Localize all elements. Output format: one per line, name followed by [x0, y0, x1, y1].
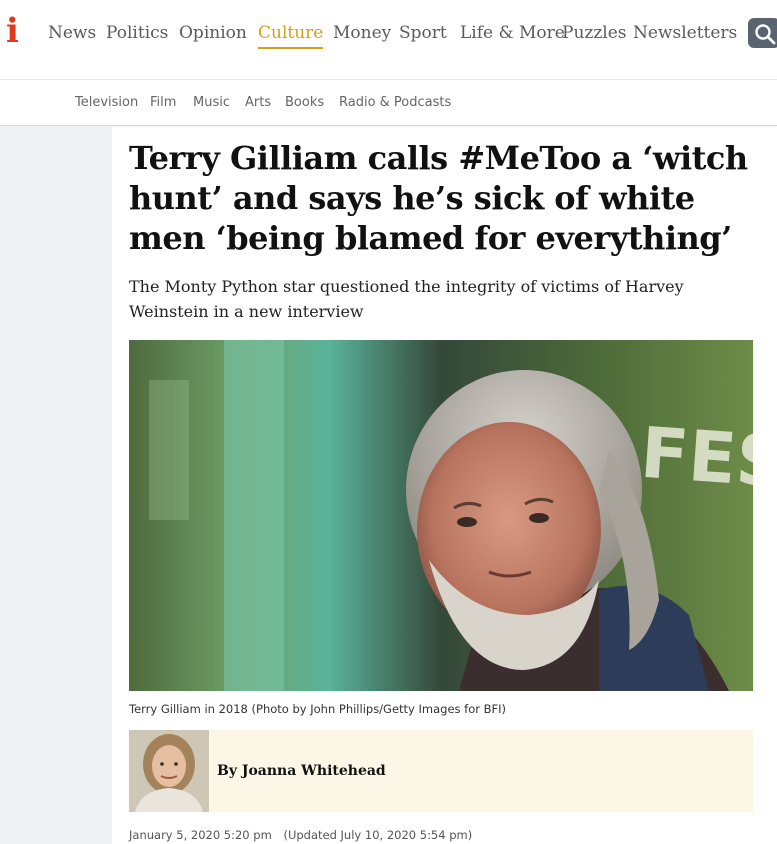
section-subnav: Television Film Music Arts Books Radio &…: [0, 80, 777, 126]
author-photo-illustration: [129, 730, 209, 812]
subnav-item-books[interactable]: Books: [285, 95, 324, 110]
nav-item-opinion[interactable]: Opinion: [179, 22, 247, 44]
byline-box: By Joanna Whitehead: [129, 730, 753, 812]
search-button[interactable]: [748, 18, 777, 48]
search-icon: [755, 24, 776, 45]
svg-text:FEST: FEST: [638, 412, 753, 507]
published-date: January 5, 2020 5:20 pm: [129, 828, 272, 842]
site-logo[interactable]: i: [6, 14, 19, 48]
updated-date: (Updated July 10, 2020 5:54 pm): [283, 828, 473, 842]
left-gutter: [0, 127, 112, 844]
subnav-item-radio-podcasts[interactable]: Radio & Podcasts: [339, 95, 451, 110]
nav-item-culture[interactable]: Culture: [258, 22, 324, 49]
article-headline: Terry Gilliam calls #MeToo a ‘witch hunt…: [129, 139, 748, 257]
hero-photo-illustration: FEST: [129, 340, 753, 691]
nav-item-news[interactable]: News: [48, 22, 96, 44]
nav-item-life-and-more[interactable]: Life & More: [460, 22, 565, 44]
image-caption: Terry Gilliam in 2018 (Photo by John Phi…: [129, 702, 507, 716]
nav-item-newsletters[interactable]: Newsletters: [633, 22, 737, 44]
nav-item-politics[interactable]: Politics: [106, 22, 168, 44]
nav-item-puzzles[interactable]: Puzzles: [562, 22, 627, 44]
article-standfirst: The Monty Python star questioned the int…: [129, 277, 684, 321]
nav-item-money[interactable]: Money: [333, 22, 391, 44]
subnav-item-arts[interactable]: Arts: [245, 95, 271, 110]
subnav-item-film[interactable]: Film: [150, 95, 176, 110]
subnav-item-television[interactable]: Television: [75, 95, 138, 110]
top-navigation: i News Politics Opinion Culture Money Sp…: [0, 0, 777, 70]
subnav-item-music[interactable]: Music: [193, 95, 230, 110]
author-byline[interactable]: By Joanna Whitehead: [217, 763, 386, 779]
hero-image: FEST: [129, 340, 753, 691]
article-dates: January 5, 2020 5:20 pm (Updated July 10…: [129, 828, 472, 842]
nav-item-sport[interactable]: Sport: [399, 22, 447, 44]
author-avatar[interactable]: [129, 730, 209, 812]
